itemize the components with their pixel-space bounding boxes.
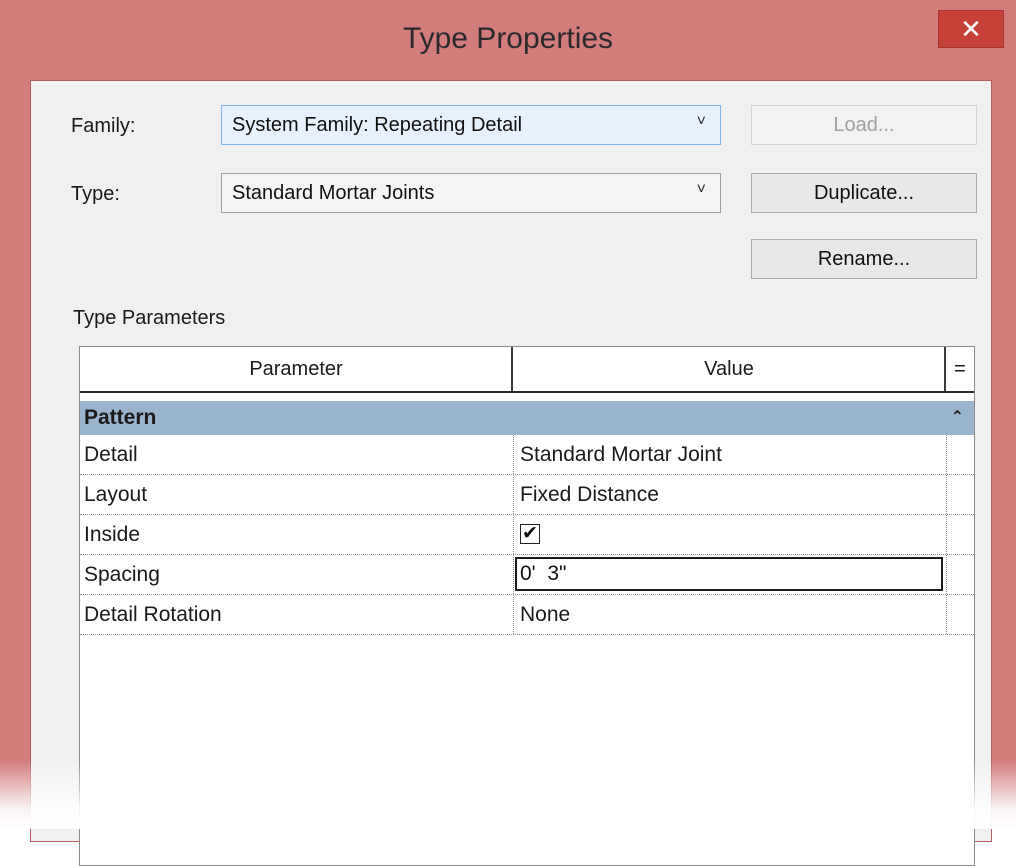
parameter-name: Detail [84, 443, 138, 466]
close-button[interactable]: ✕ [938, 10, 1004, 48]
type-parameters-heading: Type Parameters [73, 307, 226, 329]
cell-divider [513, 555, 514, 594]
close-icon: ✕ [960, 14, 982, 44]
chevron-down-icon: ˅ [696, 181, 706, 198]
cell-divider [946, 435, 947, 474]
cell-divider [513, 475, 514, 514]
family-label: Family: [71, 115, 136, 137]
type-dropdown[interactable]: Standard Mortar Joints ˅ [221, 173, 721, 213]
cell-divider [946, 475, 947, 514]
parameter-name: Spacing [84, 563, 160, 586]
table-row: Layout Fixed Distance [80, 475, 974, 515]
table-row: Detail Standard Mortar Joint [80, 435, 974, 475]
parameter-value[interactable]: None [520, 603, 570, 627]
cell-divider [946, 555, 947, 594]
cell-divider [513, 435, 514, 474]
family-dropdown-value: System Family: Repeating Detail [232, 114, 523, 136]
cell-divider [513, 595, 514, 634]
column-header-parameter[interactable]: Parameter [80, 347, 512, 391]
type-dropdown-value: Standard Mortar Joints [232, 182, 435, 204]
parameter-value[interactable]: Standard Mortar Joint [520, 443, 722, 467]
cell-divider [946, 515, 947, 554]
inside-checkbox[interactable]: ✔ [520, 524, 540, 544]
table-row: Inside ✔ [80, 515, 974, 555]
group-row-pattern[interactable]: Pattern ⌃ [80, 401, 974, 435]
chevron-down-icon: ˅ [696, 113, 706, 130]
load-button[interactable]: Load... [751, 105, 977, 145]
duplicate-button[interactable]: Duplicate... [751, 173, 977, 213]
column-header-options[interactable]: = [946, 347, 974, 391]
parameter-value[interactable]: Fixed Distance [520, 483, 659, 507]
dialog-client-area: Family: System Family: Repeating Detail … [30, 80, 992, 866]
rename-button[interactable]: Rename... [751, 239, 977, 279]
parameter-name: Detail Rotation [84, 603, 222, 626]
type-label: Type: [71, 183, 120, 205]
cell-divider [946, 595, 947, 634]
collapse-icon[interactable]: ⌃ [951, 407, 964, 427]
family-dropdown[interactable]: System Family: Repeating Detail ˅ [221, 105, 721, 145]
grid-header: Parameter Value = [80, 347, 974, 393]
dialog-title: Type Properties [402, 22, 614, 55]
parameter-name: Inside [84, 523, 141, 546]
parameter-name: Layout [84, 483, 148, 506]
type-parameters-grid: Parameter Value = Pattern ⌃ Detail Stand… [79, 346, 975, 866]
column-header-value[interactable]: Value [513, 347, 945, 391]
table-row: Spacing [80, 555, 974, 595]
table-row: Detail Rotation None [80, 595, 974, 635]
cell-divider [513, 515, 514, 554]
group-label: Pattern [84, 406, 157, 429]
spacing-input[interactable] [515, 557, 943, 591]
